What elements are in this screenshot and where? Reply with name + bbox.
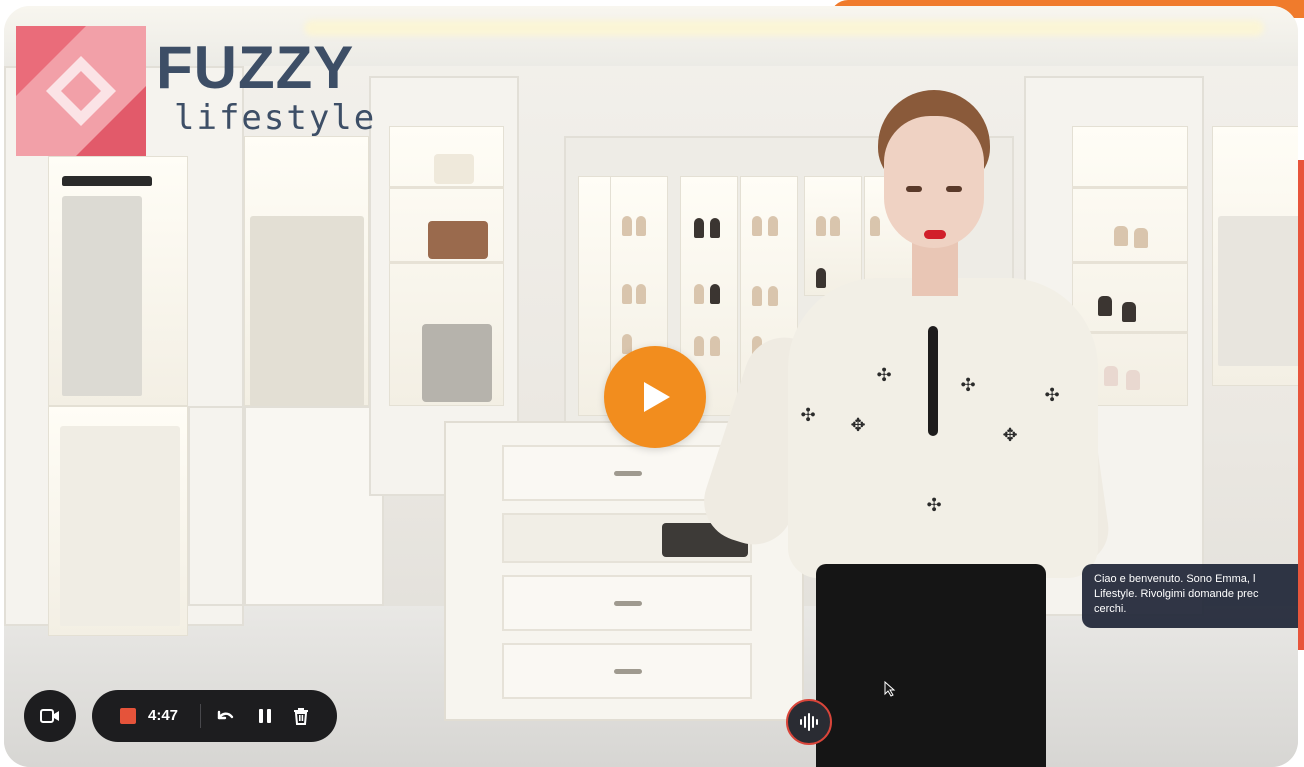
shoe bbox=[1126, 370, 1140, 390]
shoe bbox=[1122, 302, 1136, 322]
bag-cream bbox=[434, 154, 474, 184]
avatar-blouse bbox=[788, 278, 1098, 578]
pause-icon bbox=[259, 709, 271, 723]
camera-icon bbox=[40, 709, 59, 723]
toolbar-divider bbox=[200, 704, 201, 728]
blouse-motif: ✥ bbox=[850, 415, 866, 436]
blouse-motif: ✣ bbox=[960, 375, 976, 396]
mouse-cursor-icon bbox=[884, 681, 896, 697]
hanging-shirts bbox=[1218, 216, 1298, 366]
avatar-eye bbox=[906, 186, 922, 192]
play-button[interactable] bbox=[604, 346, 706, 448]
recording-toolbar: 4:47 bbox=[92, 690, 337, 742]
voice-input-button[interactable] bbox=[786, 699, 832, 745]
shoe bbox=[622, 216, 632, 236]
logo-tagline: lifestyle bbox=[174, 98, 377, 138]
scene-ceiling-light bbox=[304, 20, 1264, 36]
bag-brown bbox=[428, 221, 488, 259]
shelf bbox=[389, 186, 504, 189]
shoe bbox=[636, 284, 646, 304]
stop-recording-button[interactable] bbox=[120, 708, 136, 724]
logo-mark-icon bbox=[16, 26, 146, 156]
brand-logo: FUZZY lifestyle bbox=[16, 26, 376, 166]
delete-recording-button[interactable] bbox=[290, 705, 312, 727]
play-icon bbox=[644, 382, 670, 412]
trash-icon bbox=[294, 708, 308, 725]
shoe bbox=[694, 218, 704, 238]
avatar-blouse-tie bbox=[928, 326, 938, 436]
shoe bbox=[694, 336, 704, 356]
blouse-motif: ✣ bbox=[876, 365, 892, 386]
lower-panel bbox=[244, 406, 384, 606]
video-player[interactable]: ✣ ✣ ✥ ✥ ✣ ✣ ✣ FUZZY lifestyle Ciao e ben… bbox=[4, 6, 1298, 767]
drawer-handle bbox=[614, 471, 642, 476]
hanging-clothes bbox=[62, 196, 142, 396]
recording-timer: 4:47 bbox=[148, 707, 179, 724]
logo-brand-text: FUZZY bbox=[156, 34, 355, 101]
hangers-dark bbox=[62, 176, 152, 186]
blouse-motif: ✣ bbox=[1044, 385, 1060, 406]
avatar-lips bbox=[924, 230, 946, 239]
caption-line: cerchi. bbox=[1094, 603, 1127, 615]
avatar-face bbox=[884, 116, 984, 248]
hanging-coats bbox=[250, 216, 364, 406]
blouse-motif: ✥ bbox=[1002, 425, 1018, 446]
shoe bbox=[636, 216, 646, 236]
camera-toggle-button[interactable] bbox=[24, 690, 76, 742]
undo-button[interactable] bbox=[214, 705, 236, 727]
caption-line: Ciao e benvenuto. Sono Emma, l bbox=[1094, 573, 1256, 585]
virtual-assistant-avatar: ✣ ✣ ✥ ✥ ✣ ✣ ✣ bbox=[693, 86, 1124, 767]
blouse-motif: ✣ bbox=[800, 405, 816, 426]
blouse-motif: ✣ bbox=[926, 495, 942, 516]
avatar-eye bbox=[946, 186, 962, 192]
drawer-handle bbox=[614, 601, 642, 606]
undo-icon bbox=[217, 710, 234, 720]
pause-button[interactable] bbox=[254, 705, 276, 727]
shoe bbox=[1134, 228, 1148, 248]
caption-line: Lifestyle. Rivolgimi domande prec bbox=[1094, 588, 1259, 600]
shoe bbox=[694, 284, 704, 304]
audio-wave-icon bbox=[800, 713, 818, 731]
hanging-jackets bbox=[60, 426, 180, 626]
assistant-speech-caption: Ciao e benvenuto. Sono Emma, l Lifestyle… bbox=[1082, 564, 1298, 628]
avatar-pants bbox=[816, 564, 1046, 767]
drawer-handle bbox=[614, 669, 642, 674]
shelf bbox=[389, 261, 504, 264]
shoe bbox=[622, 284, 632, 304]
drawer-column bbox=[188, 406, 244, 606]
bag-grey bbox=[422, 324, 492, 402]
